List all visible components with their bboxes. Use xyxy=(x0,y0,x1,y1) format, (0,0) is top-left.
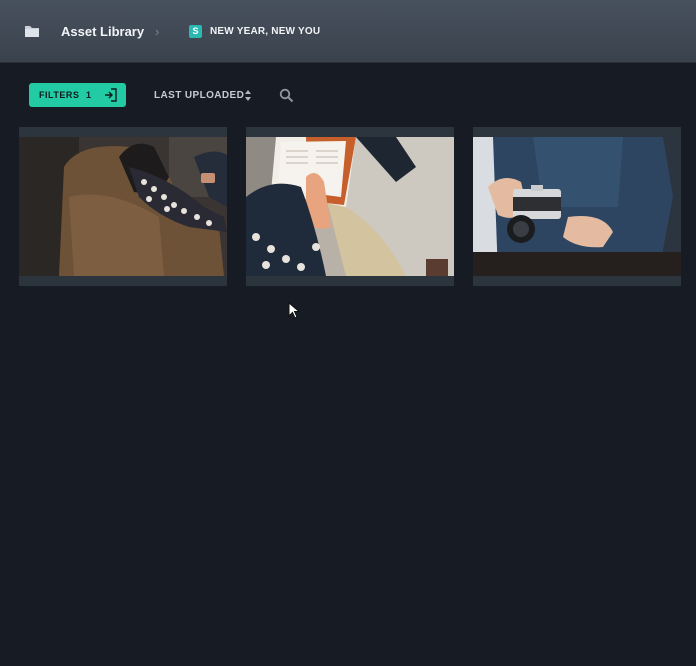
asset-thumbnail xyxy=(19,137,227,276)
asset-thumbnail xyxy=(473,137,681,276)
breadcrumb-asset-library[interactable]: Asset Library xyxy=(61,24,144,39)
enter-icon xyxy=(105,88,117,102)
asset-card[interactable] xyxy=(19,127,227,286)
asset-thumbnail xyxy=(246,137,454,276)
sort-dropdown[interactable]: LAST UPLOADED xyxy=(154,90,244,101)
folder-icon[interactable] xyxy=(24,24,40,38)
sort-arrows-icon[interactable] xyxy=(244,89,252,102)
breadcrumb-separator: › xyxy=(155,24,160,39)
mouse-pointer-icon xyxy=(288,302,300,319)
filters-button[interactable]: FILTERS 1 xyxy=(29,83,126,107)
filters-label: FILTERS xyxy=(39,90,80,100)
header-bar: Asset Library › S NEW YEAR, NEW YOU xyxy=(0,0,696,63)
asset-card[interactable] xyxy=(473,127,681,286)
search-icon[interactable] xyxy=(279,88,294,103)
breadcrumb-current-collection[interactable]: NEW YEAR, NEW YOU xyxy=(210,26,320,37)
collection-badge: S xyxy=(189,25,202,38)
asset-card[interactable] xyxy=(246,127,454,286)
filters-count: 1 xyxy=(86,90,92,100)
